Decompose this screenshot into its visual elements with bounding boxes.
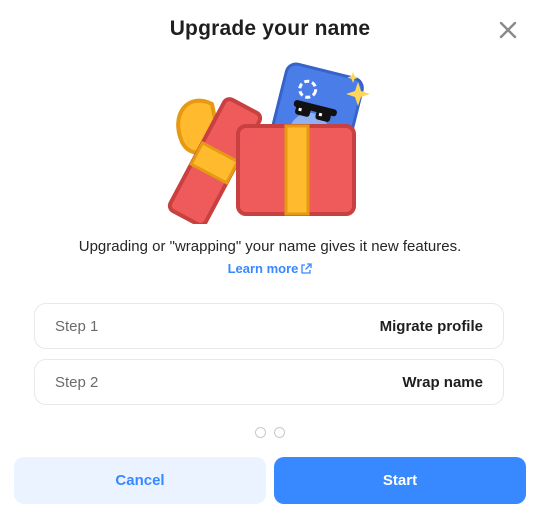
gift-box-illustration — [160, 62, 380, 227]
learn-more-label: Learn more — [227, 261, 299, 276]
dialog-description: Upgrading or "wrapping" your name gives … — [78, 238, 462, 255]
step-row-2: Step 2 Wrap name — [34, 359, 504, 405]
start-button[interactable]: Start — [274, 457, 526, 504]
pagination-dot[interactable] — [274, 427, 285, 438]
step-row-1: Step 1 Migrate profile — [34, 303, 504, 349]
step-value: Migrate profile — [379, 317, 483, 335]
close-button[interactable] — [494, 16, 522, 44]
step-label: Step 1 — [55, 317, 99, 335]
close-icon — [499, 21, 517, 39]
step-value: Wrap name — [402, 373, 483, 391]
dialog-title: Upgrade your name — [169, 17, 371, 40]
learn-more-row: Learn more — [0, 261, 540, 276]
pagination-dot[interactable] — [255, 427, 266, 438]
pagination-dots — [0, 427, 540, 438]
learn-more-link[interactable]: Learn more — [228, 261, 313, 276]
step-label: Step 2 — [55, 373, 99, 391]
cancel-button[interactable]: Cancel — [14, 457, 266, 504]
upgrade-name-dialog: Upgrade your name Upgrading or "wrapping… — [0, 0, 540, 518]
external-link-icon — [301, 262, 313, 274]
